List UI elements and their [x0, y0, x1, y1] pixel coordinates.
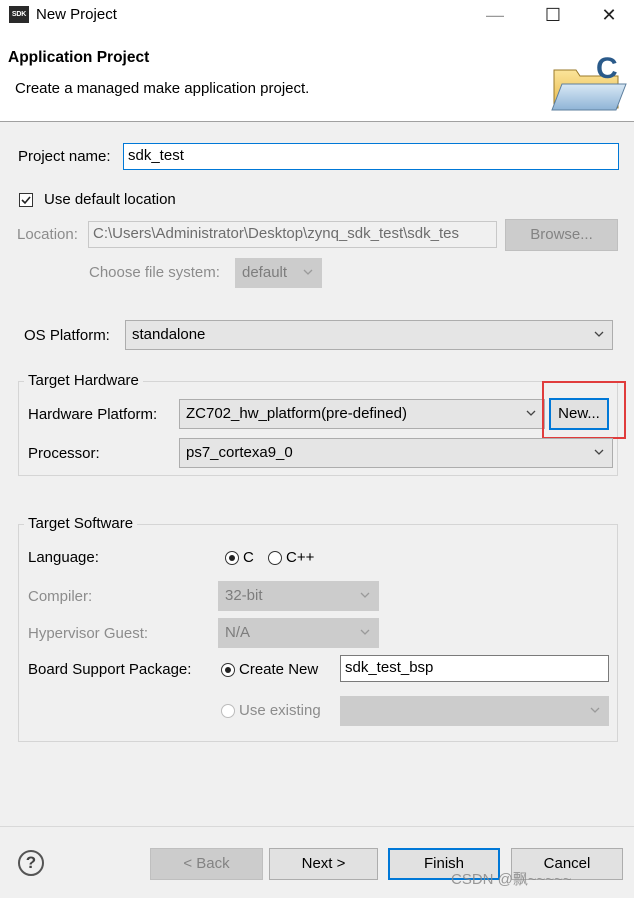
language-cpp-radio[interactable] — [268, 551, 282, 565]
chevron-down-icon — [360, 629, 370, 635]
wizard-header — [0, 32, 634, 122]
hardware-platform-value: ZC702_hw_platform(pre-defined) — [186, 405, 407, 422]
close-button[interactable]: ✕ — [586, 0, 632, 32]
page-title: Application Project — [8, 49, 150, 66]
browse-button[interactable]: Browse... — [505, 219, 618, 251]
use-default-location-checkbox[interactable] — [19, 193, 33, 207]
chevron-down-icon — [594, 449, 604, 455]
chevron-down-icon — [590, 707, 600, 713]
bsp-create-new-label[interactable]: Create New — [239, 661, 318, 678]
bsp-name-input[interactable]: sdk_test_bsp — [340, 655, 609, 682]
hypervisor-guest-label: Hypervisor Guest: — [28, 625, 149, 642]
next-button[interactable]: Next > — [269, 848, 378, 880]
minimize-button[interactable]: — — [472, 0, 518, 32]
folder-c-icon: C — [551, 52, 627, 111]
project-name-label: Project name: — [18, 148, 111, 165]
chevron-down-icon — [594, 331, 604, 337]
use-default-location-label[interactable]: Use default location — [44, 191, 176, 208]
os-platform-value: standalone — [132, 326, 206, 343]
bsp-use-existing-radio[interactable] — [221, 704, 235, 718]
language-c-radio[interactable] — [225, 551, 239, 565]
hardware-platform-label: Hardware Platform: — [28, 406, 158, 423]
folder-c-letter: C — [596, 52, 618, 85]
compiler-select[interactable]: 32-bit — [218, 581, 379, 611]
bsp-existing-select[interactable] — [340, 696, 609, 726]
footer-divider — [0, 826, 634, 827]
watermark-text: CSDN @飘~~~~~ — [451, 871, 572, 888]
new-hardware-platform-button[interactable]: New... — [549, 398, 609, 430]
language-c-label[interactable]: C — [243, 549, 254, 566]
file-system-value: default — [242, 264, 288, 281]
os-platform-select[interactable]: standalone — [125, 320, 613, 350]
language-cpp-label[interactable]: C++ — [286, 549, 314, 566]
chevron-down-icon — [360, 592, 370, 598]
checkmark-icon — [21, 196, 31, 205]
compiler-value: 32-bit — [225, 587, 263, 604]
bsp-label: Board Support Package: — [28, 661, 192, 678]
hypervisor-guest-value: N/A — [225, 624, 251, 641]
processor-value: ps7_cortexa9_0 — [186, 444, 293, 461]
maximize-button[interactable]: ☐ — [530, 0, 576, 32]
hypervisor-guest-select[interactable]: N/A — [218, 618, 379, 648]
file-system-select[interactable]: default — [235, 258, 322, 288]
chevron-down-icon — [526, 410, 536, 416]
window-title: New Project — [36, 6, 117, 23]
file-system-label: Choose file system: — [89, 264, 220, 281]
sdk-app-icon: SDK — [9, 6, 29, 23]
os-platform-label: OS Platform: — [24, 327, 110, 344]
processor-label: Processor: — [28, 445, 100, 462]
location-label: Location: — [17, 226, 78, 243]
bsp-create-new-radio[interactable] — [221, 663, 235, 677]
chevron-down-icon — [303, 269, 313, 275]
location-input[interactable]: C:\Users\Administrator\Desktop\zynq_sdk_… — [88, 221, 497, 248]
help-icon[interactable]: ? — [18, 850, 44, 876]
project-name-input[interactable]: sdk_test — [123, 143, 619, 170]
language-label: Language: — [28, 549, 99, 566]
bsp-use-existing-label[interactable]: Use existing — [239, 702, 321, 719]
target-software-title: Target Software — [24, 515, 138, 532]
page-description: Create a managed make application projec… — [15, 80, 310, 97]
processor-select[interactable]: ps7_cortexa9_0 — [179, 438, 613, 468]
back-button[interactable]: < Back — [150, 848, 263, 880]
target-hardware-title: Target Hardware — [24, 372, 143, 389]
compiler-label: Compiler: — [28, 588, 93, 605]
hardware-platform-select[interactable]: ZC702_hw_platform(pre-defined) — [179, 399, 545, 429]
